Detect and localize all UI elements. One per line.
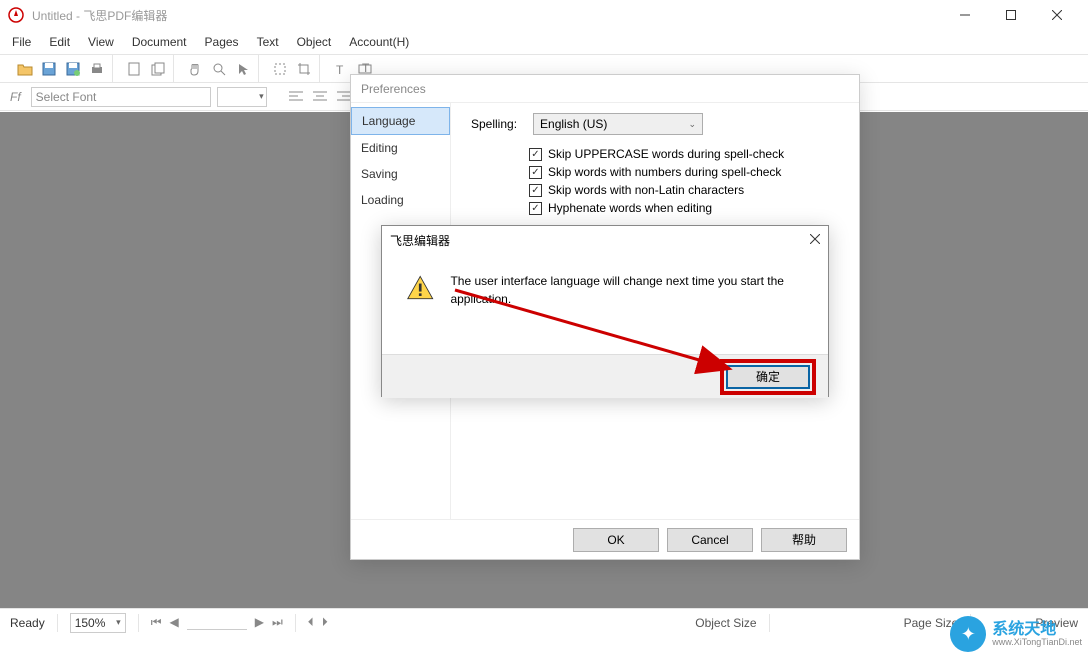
prev-page-icon[interactable]: ◀ [170, 615, 179, 630]
hand-icon[interactable] [186, 60, 204, 78]
watermark-title: 系统天地 [992, 622, 1082, 638]
nav-back-icon[interactable]: ⏴ [308, 615, 314, 630]
label-uppercase: Skip UPPERCASE words during spell-check [548, 147, 784, 161]
align-left-icon[interactable] [287, 88, 305, 106]
font-family-label: Ff [10, 90, 21, 104]
tab-saving[interactable]: Saving [351, 161, 450, 187]
pages-icon[interactable] [149, 60, 167, 78]
last-page-icon[interactable]: ⏭ [272, 615, 283, 630]
menu-view[interactable]: View [88, 35, 114, 49]
print-icon[interactable] [88, 60, 106, 78]
menu-account[interactable]: Account(H) [349, 35, 409, 49]
menu-object[interactable]: Object [297, 35, 332, 49]
cancel-button[interactable]: Cancel [667, 528, 753, 552]
page-nav: ⏮ ◀ ▶ ⏭ [151, 615, 283, 630]
watermark: ✦ 系统天地 www.XiTongTianDi.net [950, 616, 1082, 652]
close-icon[interactable] [810, 233, 820, 247]
svg-text:T: T [362, 62, 370, 75]
font-size-select[interactable]: ▾ [217, 87, 267, 107]
chevron-down-icon: ▾ [259, 91, 264, 102]
watermark-icon: ✦ [950, 616, 986, 652]
label-numbers: Skip words with numbers during spell-che… [548, 165, 781, 179]
menu-text[interactable]: Text [257, 35, 279, 49]
titlebar: Untitled - 飞思PDF编辑器 [0, 0, 1088, 30]
window-controls [942, 0, 1080, 30]
tab-loading[interactable]: Loading [351, 187, 450, 213]
crop-icon[interactable] [295, 60, 313, 78]
statusbar: Ready 150%▾ ⏮ ◀ ▶ ⏭ ⏴ ⏵ Object Size Page… [0, 608, 1088, 636]
checkbox-numbers[interactable]: ✓ [529, 166, 542, 179]
app-icon [8, 7, 24, 23]
spelling-value: English (US) [540, 117, 607, 131]
spelling-label: Spelling: [471, 117, 517, 131]
maximize-button[interactable] [988, 0, 1034, 30]
checkbox-nonlatin[interactable]: ✓ [529, 184, 542, 197]
zoom-icon[interactable] [210, 60, 228, 78]
alert-title-text: 飞思编辑器 [390, 232, 450, 249]
font-select[interactable]: Select Font [31, 87, 211, 107]
alert-ok-highlight: 确定 [720, 359, 816, 395]
chevron-down-icon: ⌄ [688, 119, 696, 130]
page-input[interactable] [187, 615, 247, 630]
label-nonlatin: Skip words with non-Latin characters [548, 183, 744, 197]
window-title: Untitled - 飞思PDF编辑器 [32, 7, 942, 24]
close-button[interactable] [1034, 0, 1080, 30]
object-size-label: Object Size [695, 616, 756, 630]
watermark-url: www.XiTongTianDi.net [992, 638, 1082, 647]
tab-editing[interactable]: Editing [351, 135, 450, 161]
font-placeholder: Select Font [36, 90, 97, 104]
zoom-select[interactable]: 150% ▾ [70, 613, 126, 633]
preferences-title: Preferences [351, 75, 859, 103]
menu-file[interactable]: File [12, 35, 31, 49]
warning-icon [406, 272, 434, 304]
next-page-icon[interactable]: ▶ [255, 615, 264, 630]
ok-button[interactable]: OK [573, 528, 659, 552]
zoom-value: 150% [75, 616, 106, 630]
chevron-down-icon: ▾ [116, 617, 121, 628]
spelling-select[interactable]: English (US) ⌄ [533, 113, 703, 135]
alert-dialog: 飞思编辑器 The user interface language will c… [381, 225, 829, 397]
status-ready: Ready [10, 616, 45, 630]
help-button[interactable]: 帮助 [761, 528, 847, 552]
nav-forward-icon[interactable]: ⏵ [322, 615, 328, 630]
menu-pages[interactable]: Pages [205, 35, 239, 49]
checkbox-hyphenate[interactable]: ✓ [529, 202, 542, 215]
checkbox-uppercase[interactable]: ✓ [529, 148, 542, 161]
first-page-icon[interactable]: ⏮ [151, 615, 162, 630]
alert-message: The user interface language will change … [450, 272, 804, 354]
preferences-footer: OK Cancel 帮助 [351, 519, 859, 559]
menu-edit[interactable]: Edit [49, 35, 70, 49]
label-hyphenate: Hyphenate words when editing [548, 201, 712, 215]
menubar: File Edit View Document Pages Text Objec… [0, 30, 1088, 54]
select-icon[interactable] [271, 60, 289, 78]
minimize-button[interactable] [942, 0, 988, 30]
save-icon[interactable] [40, 60, 58, 78]
open-icon[interactable] [16, 60, 34, 78]
alert-ok-button[interactable]: 确定 [726, 365, 810, 389]
align-center-icon[interactable] [311, 88, 329, 106]
pointer-icon[interactable] [234, 60, 252, 78]
menu-document[interactable]: Document [132, 35, 187, 49]
new-page-icon[interactable] [125, 60, 143, 78]
tab-language[interactable]: Language [351, 107, 450, 135]
text-icon[interactable]: T [332, 60, 350, 78]
save-as-icon[interactable] [64, 60, 82, 78]
svg-text:T: T [336, 63, 344, 76]
alert-titlebar: 飞思编辑器 [382, 226, 828, 254]
